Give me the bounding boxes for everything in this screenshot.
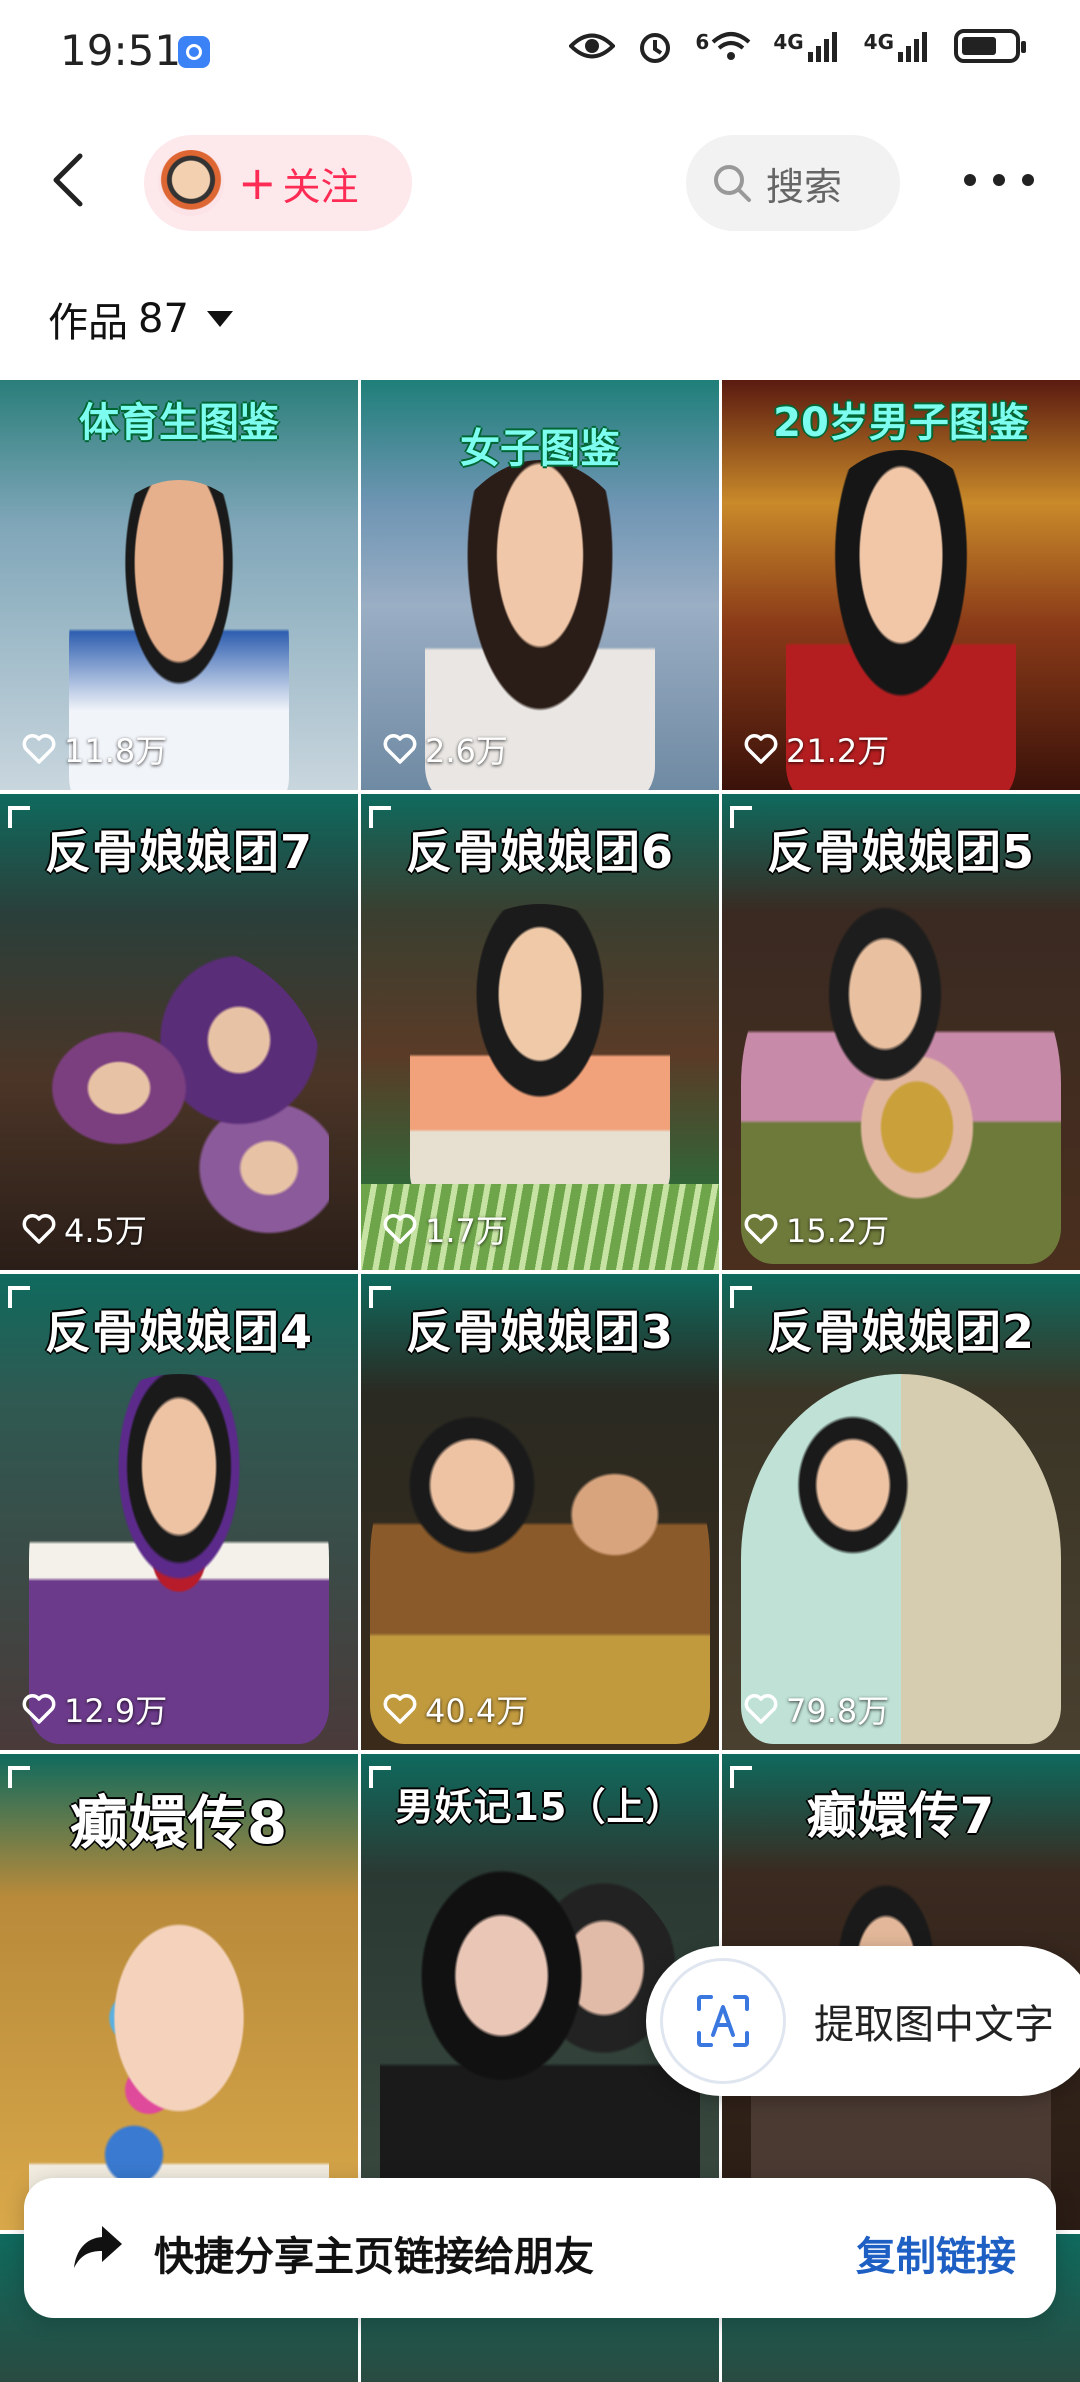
like-count: 15.2万 <box>744 1206 889 1252</box>
wifi-icon: 6 <box>695 30 751 62</box>
profile-header: + 关注 搜索 <box>0 120 1080 250</box>
plus-icon: + <box>238 156 277 210</box>
like-count: 11.8万 <box>22 726 167 772</box>
heart-icon <box>22 1214 56 1244</box>
share-arrow-icon <box>74 2226 122 2268</box>
app-notification-icon <box>178 36 210 68</box>
video-tile[interactable]: 反骨娘娘团5 15.2万 <box>722 794 1080 1270</box>
works-label: 作品 <box>48 300 128 346</box>
follow-button[interactable]: + 关注 <box>144 135 412 231</box>
search-icon <box>714 165 751 202</box>
tile-title: 癫嬛传7 <box>806 1787 996 1845</box>
video-tile[interactable]: 癫嬛传8 <box>0 1754 358 2230</box>
like-count: 12.9万 <box>22 1686 167 1732</box>
battery-icon <box>954 29 1026 63</box>
tile-title: 反骨娘娘团6 <box>405 825 674 879</box>
heart-icon <box>744 1214 778 1244</box>
tile-title: 反骨娘娘团4 <box>44 1305 313 1359</box>
video-tile[interactable]: 反骨娘娘团6 1.7万 <box>361 794 719 1270</box>
alarm-icon <box>640 33 671 63</box>
like-count: 21.2万 <box>744 726 889 772</box>
heart-icon <box>744 734 778 764</box>
status-icons: 6 4G 4G <box>569 28 1026 64</box>
video-tile[interactable]: 20岁男子图鉴 21.2万 <box>722 380 1080 790</box>
cellular-signal-2-icon: 4G <box>864 30 932 62</box>
video-tile[interactable]: 女子图鉴 2.6万 <box>361 380 719 790</box>
avatar <box>158 150 224 216</box>
heart-icon <box>22 1694 56 1724</box>
works-filter[interactable]: 作品 87 <box>48 290 233 348</box>
video-tile[interactable]: 反骨娘娘团3 40.4万 <box>361 1274 719 1750</box>
search-label: 搜索 <box>766 164 843 209</box>
tile-subtitle: 体育生图鉴 <box>79 400 279 446</box>
caret-down-icon <box>206 311 233 327</box>
search-button[interactable]: 搜索 <box>686 135 900 231</box>
tile-title: 反骨娘娘团2 <box>766 1305 1035 1359</box>
copy-link-button[interactable]: 复制链接 <box>856 2224 1016 2282</box>
extract-text-button[interactable]: 提取图中文字 <box>646 1946 1080 2096</box>
heart-icon <box>22 734 56 764</box>
like-count: 40.4万 <box>383 1686 528 1732</box>
share-hint-text: 快捷分享主页链接给朋友 <box>154 2234 594 2280</box>
tile-title: 反骨娘娘团7 <box>44 825 313 879</box>
follow-label: 关注 <box>282 164 359 209</box>
heart-icon <box>383 1214 417 1244</box>
like-count: 4.5万 <box>22 1206 147 1252</box>
tile-title: 男妖记15（上） <box>395 1785 685 1829</box>
status-bar: 19:51 6 4G 4G <box>0 0 1080 105</box>
extract-text-label: 提取图中文字 <box>814 2002 1054 2048</box>
like-count: 1.7万 <box>383 1206 508 1252</box>
like-count: 2.6万 <box>383 726 508 772</box>
video-tile[interactable]: 反骨娘娘团7 4.5万 <box>0 794 358 1270</box>
video-tile[interactable]: 反骨娘娘团4 12.9万 <box>0 1274 358 1750</box>
back-arrow-icon[interactable] <box>42 150 102 210</box>
eye-icon <box>569 33 616 59</box>
heart-icon <box>383 734 417 764</box>
share-homepage-bar: 快捷分享主页链接给朋友 复制链接 <box>24 2178 1056 2318</box>
tile-title: 反骨娘娘团3 <box>405 1305 674 1359</box>
like-count: 79.8万 <box>744 1686 889 1732</box>
tile-title: 癫嬛传8 <box>69 1789 289 1857</box>
video-tile[interactable]: 体育生图鉴 11.8万 <box>0 380 358 790</box>
heart-icon <box>383 1694 417 1724</box>
more-options-icon[interactable] <box>964 160 1034 200</box>
tile-subtitle: 20岁男子图鉴 <box>773 400 1029 446</box>
text-recognition-icon <box>660 1958 786 2084</box>
heart-icon <box>744 1694 778 1724</box>
works-count: 87 <box>138 296 189 342</box>
tile-subtitle: 女子图鉴 <box>460 426 620 472</box>
tile-title: 反骨娘娘团5 <box>766 825 1035 879</box>
status-time: 19:51 <box>60 26 182 75</box>
video-tile[interactable]: 反骨娘娘团2 79.8万 <box>722 1274 1080 1750</box>
cellular-signal-1-icon: 4G <box>773 30 841 62</box>
